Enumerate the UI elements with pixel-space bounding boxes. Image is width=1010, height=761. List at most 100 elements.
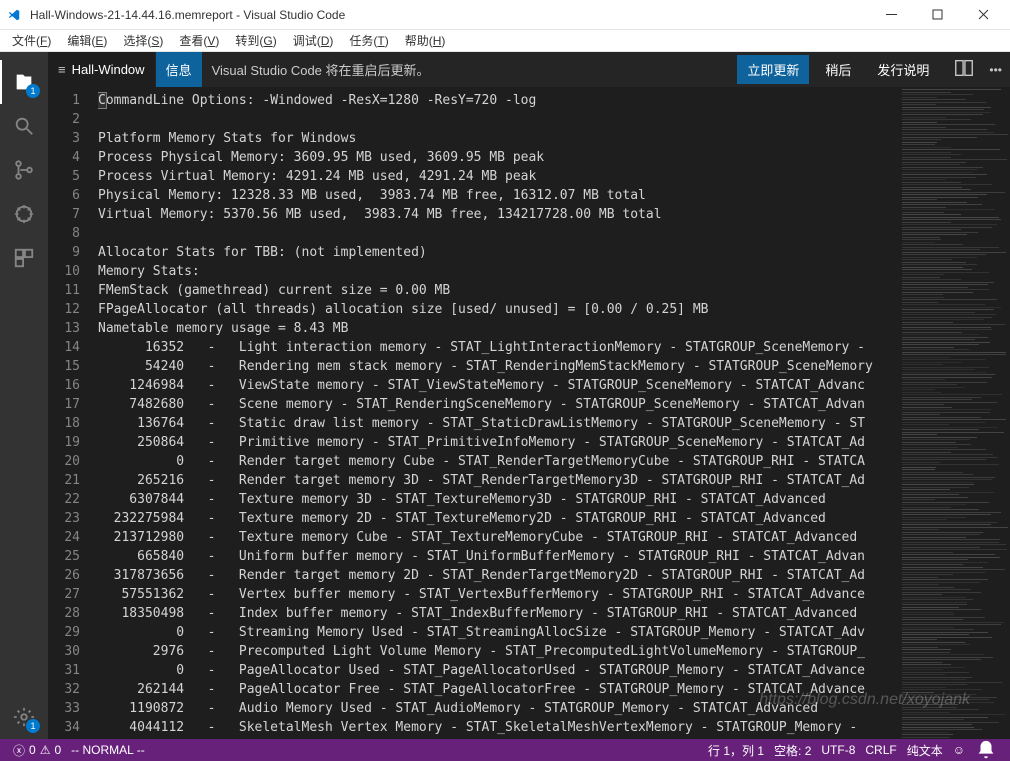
- code-line[interactable]: 250864 - Primitive memory - STAT_Primiti…: [98, 433, 900, 452]
- menu-item-g[interactable]: 转到(G): [227, 30, 284, 51]
- line-number: 17: [48, 395, 98, 414]
- code-line[interactable]: 7482680 - Scene memory - STAT_RenderingS…: [98, 395, 900, 414]
- code-line[interactable]: 232275984 - Texture memory 2D - STAT_Tex…: [98, 509, 900, 528]
- line-number: 11: [48, 281, 98, 300]
- menu-item-d[interactable]: 调试(D): [285, 30, 342, 51]
- window-title: Hall-Windows-21-14.44.16.memreport - Vis…: [30, 8, 868, 22]
- code-line[interactable]: 213712980 - Texture memory Cube - STAT_T…: [98, 528, 900, 547]
- code-line[interactable]: 665840 - Uniform buffer memory - STAT_Un…: [98, 547, 900, 566]
- code-line[interactable]: Virtual Memory: 5370.56 MB used, 3983.74…: [98, 205, 900, 224]
- code-line[interactable]: 1246984 - ViewState memory - STAT_ViewSt…: [98, 376, 900, 395]
- debug-activity-icon[interactable]: [0, 192, 48, 236]
- line-number: 28: [48, 604, 98, 623]
- line-number: 8: [48, 224, 98, 243]
- split-editor-icon[interactable]: [953, 57, 975, 82]
- editor-body[interactable]: 1234567891011121314151617181920212223242…: [48, 87, 1010, 739]
- explorer-badge: 1: [26, 84, 40, 98]
- later-button[interactable]: 稍后: [815, 55, 861, 84]
- code-line[interactable]: 6307844 - Texture memory 3D - STAT_Textu…: [98, 490, 900, 509]
- settings-badge: 1: [26, 719, 40, 733]
- feedback-icon[interactable]: ☺: [948, 743, 970, 757]
- code-line[interactable]: 57551362 - Vertex buffer memory - STAT_V…: [98, 585, 900, 604]
- window-titlebar: Hall-Windows-21-14.44.16.memreport - Vis…: [0, 0, 1010, 30]
- menu-item-e[interactable]: 编辑(E): [59, 30, 115, 51]
- line-number: 29: [48, 623, 98, 642]
- code-line[interactable]: Allocator Stats for TBB: (not implemente…: [98, 243, 900, 262]
- error-icon: ⓧ: [13, 742, 25, 759]
- release-notes-button[interactable]: 发行说明: [867, 55, 939, 84]
- line-number: 24: [48, 528, 98, 547]
- line-number: 5: [48, 167, 98, 186]
- line-number: 19: [48, 433, 98, 452]
- line-number: 10: [48, 262, 98, 281]
- line-number: 26: [48, 566, 98, 585]
- code-line[interactable]: 0 - Streaming Memory Used - STAT_Streami…: [98, 623, 900, 642]
- code-line[interactable]: 317873656 - Render target memory 2D - ST…: [98, 566, 900, 585]
- code-line[interactable]: 265216 - Render target memory 3D - STAT_…: [98, 471, 900, 490]
- code-line[interactable]: 0 - Render target memory Cube - STAT_Ren…: [98, 452, 900, 471]
- line-number: 33: [48, 699, 98, 718]
- code-line[interactable]: CommandLine Options: -Windowed -ResX=128…: [98, 91, 900, 110]
- code-line[interactable]: 16352 - Light interaction memory - STAT_…: [98, 338, 900, 357]
- code-line[interactable]: Physical Memory: 12328.33 MB used, 3983.…: [98, 186, 900, 205]
- encoding[interactable]: UTF-8: [816, 743, 860, 757]
- code-line[interactable]: 136764 - Static draw list memory - STAT_…: [98, 414, 900, 433]
- code-line[interactable]: 18350498 - Index buffer memory - STAT_In…: [98, 604, 900, 623]
- update-notification: 信息 Visual Studio Code 将在重启后更新。 立即更新 稍后 发…: [156, 52, 946, 87]
- menu-item-s[interactable]: 选择(S): [115, 30, 171, 51]
- editor-tab-bar: ≡ Hall-Window 信息 Visual Studio Code 将在重启…: [48, 52, 1010, 87]
- cursor-position[interactable]: 行 1，列 1: [703, 742, 769, 759]
- source-control-activity-icon[interactable]: [0, 148, 48, 192]
- code-line[interactable]: 0 - PageAllocator Used - STAT_PageAlloca…: [98, 661, 900, 680]
- line-number: 1: [48, 91, 98, 110]
- menu-item-f[interactable]: 文件(F): [4, 30, 59, 51]
- window-maximize-button[interactable]: [914, 0, 960, 30]
- line-number: 22: [48, 490, 98, 509]
- line-number: 16: [48, 376, 98, 395]
- search-activity-icon[interactable]: [0, 104, 48, 148]
- code-line[interactable]: [98, 224, 900, 243]
- code-line[interactable]: Memory Stats:: [98, 262, 900, 281]
- code-line[interactable]: Platform Memory Stats for Windows: [98, 129, 900, 148]
- language-mode[interactable]: 纯文本: [902, 742, 948, 759]
- status-errors[interactable]: ⓧ0 ⚠0: [8, 742, 66, 759]
- menu-item-v[interactable]: 查看(V): [171, 30, 227, 51]
- code-line[interactable]: Process Virtual Memory: 4291.24 MB used,…: [98, 167, 900, 186]
- explorer-activity-icon[interactable]: 1: [0, 60, 48, 104]
- editor-tab[interactable]: ≡ Hall-Window: [48, 52, 156, 87]
- line-number-gutter: 1234567891011121314151617181920212223242…: [48, 87, 98, 739]
- code-line[interactable]: FMemStack (gamethread) current size = 0.…: [98, 281, 900, 300]
- code-line[interactable]: 4044112 - SkeletalMesh Vertex Memory - S…: [98, 718, 900, 737]
- line-number: 3: [48, 129, 98, 148]
- info-badge: 信息: [156, 52, 202, 87]
- line-number: 20: [48, 452, 98, 471]
- code-line[interactable]: Nametable memory usage = 8.43 MB: [98, 319, 900, 338]
- menu-item-t[interactable]: 任务(T): [341, 30, 396, 51]
- window-minimize-button[interactable]: [868, 0, 914, 30]
- line-number: 18: [48, 414, 98, 433]
- window-close-button[interactable]: [960, 0, 1006, 30]
- code-line[interactable]: 54240 - Rendering mem stack memory - STA…: [98, 357, 900, 376]
- eol[interactable]: CRLF: [860, 743, 901, 757]
- line-number: 4: [48, 148, 98, 167]
- settings-gear-icon[interactable]: 1: [0, 695, 48, 739]
- notifications-bell-icon[interactable]: [970, 739, 1002, 761]
- code-line[interactable]: [98, 110, 900, 129]
- file-icon: ≡: [58, 62, 66, 77]
- indent-setting[interactable]: 空格: 2: [769, 742, 816, 759]
- minimap[interactable]: [900, 87, 1010, 739]
- menu-item-h[interactable]: 帮助(H): [397, 30, 454, 51]
- code-line[interactable]: FPageAllocator (all threads) allocation …: [98, 300, 900, 319]
- code-content[interactable]: CommandLine Options: -Windowed -ResX=128…: [98, 87, 900, 739]
- more-actions-icon[interactable]: •••: [989, 63, 1002, 77]
- line-number: 30: [48, 642, 98, 661]
- code-line[interactable]: Process Physical Memory: 3609.95 MB used…: [98, 148, 900, 167]
- activity-bar: 1 1: [0, 52, 48, 739]
- line-number: 23: [48, 509, 98, 528]
- status-bar: ⓧ0 ⚠0 -- NORMAL -- 行 1，列 1 空格: 2 UTF-8 C…: [0, 739, 1010, 761]
- code-line[interactable]: 2976 - Precomputed Light Volume Memory -…: [98, 642, 900, 661]
- warning-icon: ⚠: [40, 743, 51, 757]
- extensions-activity-icon[interactable]: [0, 236, 48, 280]
- line-number: 25: [48, 547, 98, 566]
- update-now-button[interactable]: 立即更新: [737, 55, 809, 84]
